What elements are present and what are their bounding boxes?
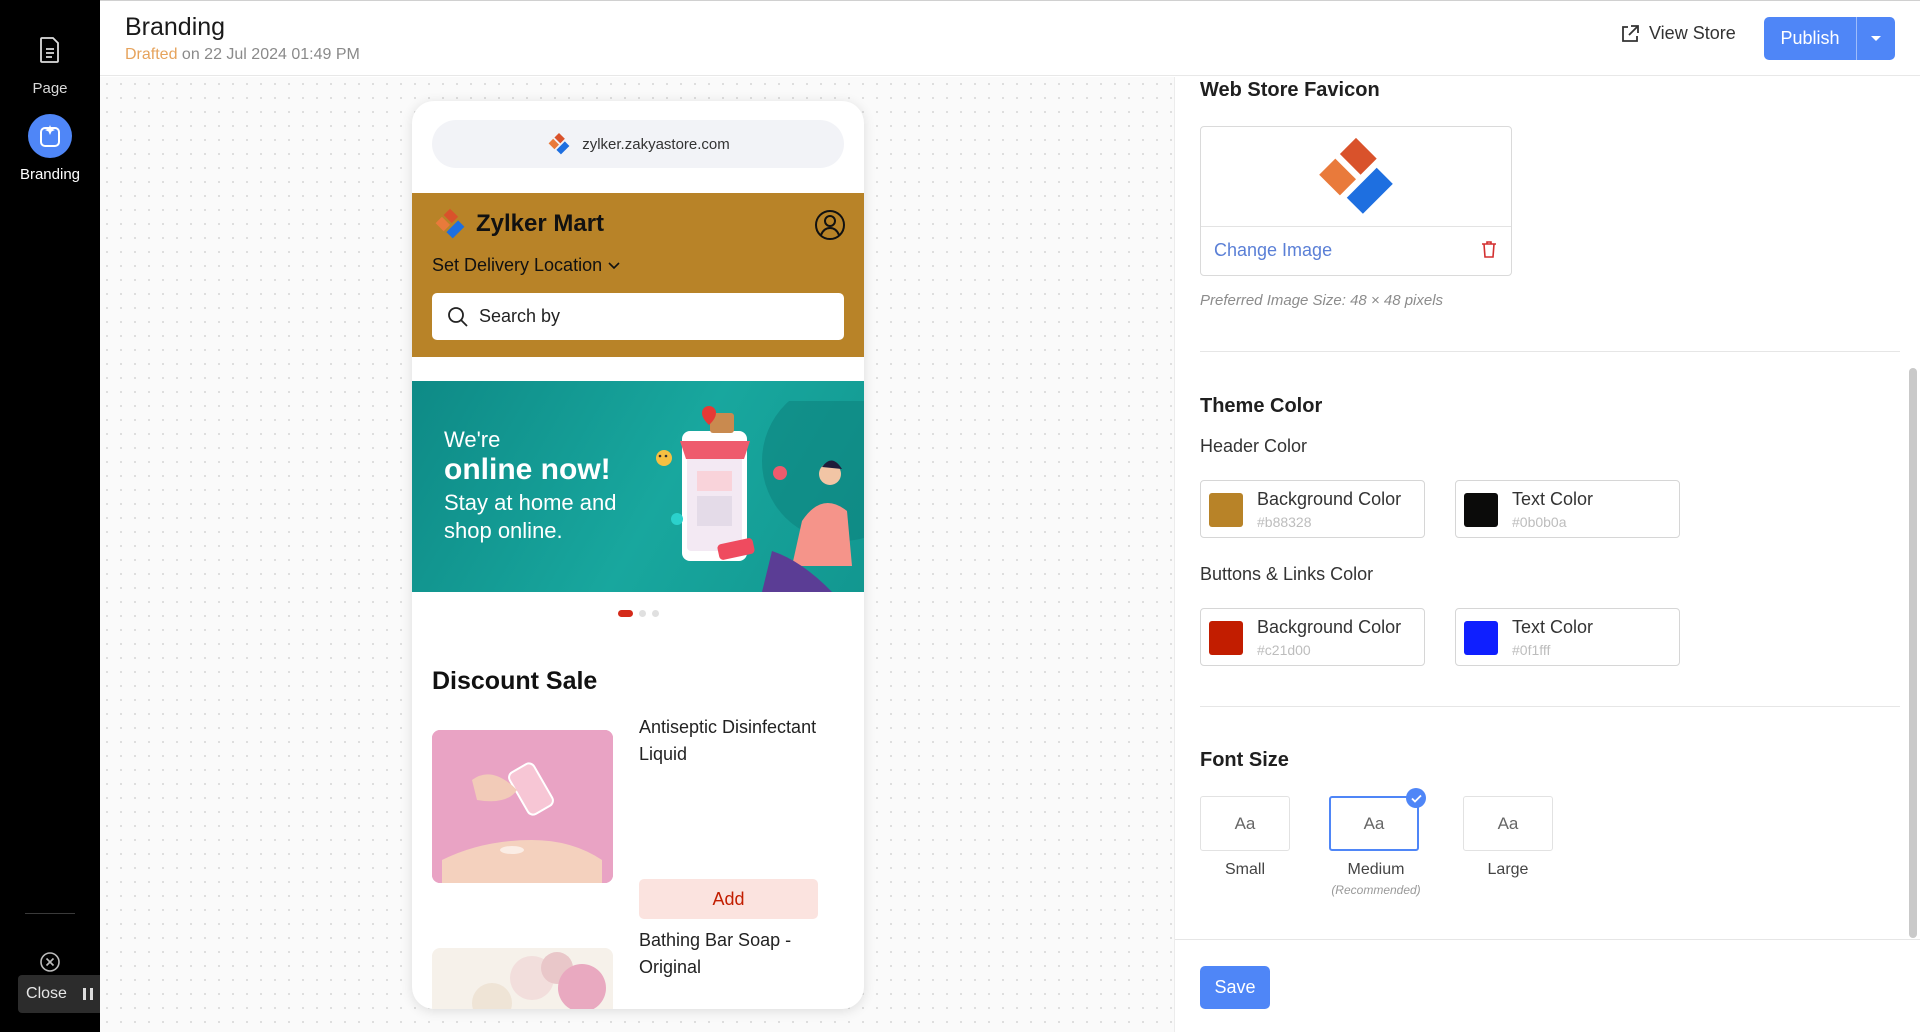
color-swatch [1209,493,1243,527]
color-swatch [1464,621,1498,655]
section-divider [1200,351,1900,352]
chevron-down-icon [1871,35,1881,41]
font-size-medium-label: Medium [1347,861,1405,878]
rail-item-branding[interactable]: Branding [0,114,100,183]
draft-status-word: Drafted [125,46,178,63]
view-store-link[interactable]: View Store [1620,23,1736,44]
rail-item-page[interactable]: Page [0,28,100,97]
carousel-dots [412,610,864,617]
theme-color-title: Theme Color [1200,395,1323,417]
color-swatch [1209,621,1243,655]
left-rail: Page Branding Close [0,0,158,1032]
preview-url-bar: zylker.zakyastore.com [432,120,844,168]
rail-item-branding-label: Branding [19,166,81,183]
preview-url: zylker.zakyastore.com [582,135,730,153]
change-image-link[interactable]: Change Image [1214,240,1332,261]
font-size-large-option[interactable]: Aa [1463,796,1553,851]
panel-scrollbar[interactable] [1909,368,1917,938]
font-size-small-option[interactable]: Aa [1200,796,1290,851]
buttons-color-title: Buttons & Links Color [1200,564,1374,584]
font-size-small-label: Small [1224,861,1265,878]
store-header: Zylker Mart Set Delivery Location Search… [412,193,864,357]
publish-button-group: Publish [1764,17,1895,60]
add-to-cart-button[interactable]: Add [639,879,818,919]
color-hex: #0b0b0a [1512,514,1567,530]
section-title: Discount Sale [432,667,598,695]
account-icon[interactable] [814,209,846,246]
preview-canvas: zylker.zakyastore.com Zylker Mart Set De… [100,77,1174,1032]
store-name-text: Zylker Mart [476,210,605,237]
banner-line3: Stay at home and shop online. [444,490,617,543]
section-divider [1200,706,1900,707]
promo-banner[interactable]: We're online now! Stay at home and shop … [412,381,864,592]
pause-icon[interactable] [75,975,101,1013]
color-name: Text Color [1512,489,1594,509]
page-title: Branding [125,13,226,41]
carousel-dot-3[interactable] [651,610,659,617]
delivery-location-selector[interactable]: Set Delivery Location [432,255,620,276]
store-logo-icon [435,208,465,239]
color-hex: #c21d00 [1257,642,1311,658]
product-name-2[interactable]: Bathing Bar Soap - Original [639,927,839,981]
font-size-medium-option[interactable]: Aa [1329,796,1419,851]
close-label[interactable]: Close [18,975,75,1013]
color-hex: #0f1fff [1512,642,1551,658]
color-hex: #b88328 [1257,514,1312,530]
rail-item-page-label: Page [32,80,68,97]
view-store-label: View Store [1649,23,1736,43]
branding-settings-panel: Web Store Favicon Change Image Preferred… [1174,77,1920,1032]
draft-status: Drafted on 22 Jul 2024 01:49 PM [125,46,360,64]
banner-line1: We're [444,427,501,452]
carousel-dot-1[interactable] [617,610,633,617]
favicon-preview [1201,127,1511,227]
rail-close-button[interactable] [0,950,100,974]
color-name: Background Color [1257,617,1402,637]
font-size-title: Font Size [1200,749,1289,771]
favicon-section-title: Web Store Favicon [1200,79,1380,101]
banner-illustration [656,401,864,592]
panel-footer-divider [1175,939,1920,940]
delivery-location-label: Set Delivery Location [432,255,603,275]
color-name: Text Color [1512,617,1594,637]
mobile-preview: zylker.zakyastore.com Zylker Mart Set De… [412,101,864,1009]
font-size-large-label: Large [1487,861,1529,878]
store-logo-icon [1319,137,1393,214]
button-background-color-picker[interactable]: Background Color #c21d00 [1200,608,1425,666]
button-text-color-picker[interactable]: Text Color #0f1fff [1455,608,1680,666]
save-button[interactable]: Save [1200,966,1270,1009]
draft-timestamp: on 22 Jul 2024 01:49 PM [181,46,360,63]
font-size-medium-note: (Recommended) [1331,883,1421,897]
close-icon [38,950,62,974]
search-placeholder: Search by [479,306,561,326]
top-header: Branding Drafted on 22 Jul 2024 01:49 PM… [100,0,1920,76]
product-name-1[interactable]: Antiseptic Disinfectant Liquid [639,714,839,768]
rail-divider [25,913,75,914]
publish-button[interactable]: Publish [1764,17,1856,60]
favicon-size-hint: Preferred Image Size: 48 × 48 pixels [1200,292,1444,309]
color-name: Background Color [1257,489,1402,509]
search-icon [448,306,468,327]
publish-dropdown-button[interactable] [1856,17,1895,60]
product-image-2[interactable] [432,948,613,1009]
header-text-color-picker[interactable]: Text Color #0b0b0a [1455,480,1680,538]
page-icon [28,28,72,72]
external-link-icon [1622,24,1639,42]
color-swatch [1464,493,1498,527]
product-image-1[interactable] [432,730,613,883]
selected-check-icon [1406,788,1426,808]
trash-icon[interactable] [1481,240,1497,264]
header-background-color-picker[interactable]: Background Color #b88328 [1200,480,1425,538]
banner-line2: online now! [444,453,611,486]
branding-icon [28,114,72,158]
favicon-uploader: Change Image [1200,126,1512,276]
store-logo-icon [548,132,570,155]
store-name: Zylker Mart [432,205,604,243]
store-search-input[interactable]: Search by [432,293,844,340]
header-color-title: Header Color [1200,436,1308,456]
chevron-down-icon [608,261,620,269]
carousel-dot-2[interactable] [638,610,646,617]
